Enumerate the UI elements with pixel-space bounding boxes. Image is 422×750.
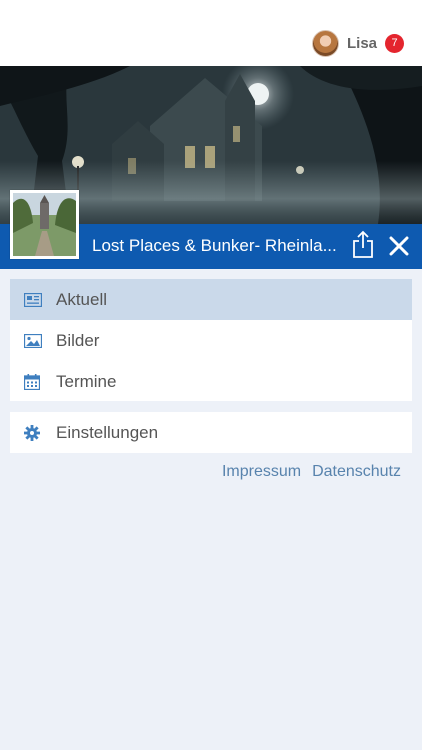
- menu-item-label: Einstellungen: [56, 422, 159, 442]
- share-icon: [353, 230, 373, 258]
- menu-item-label: Termine: [56, 371, 117, 391]
- user-profile-button[interactable]: Lisa 7: [311, 29, 404, 57]
- share-button[interactable]: [352, 230, 374, 260]
- group-menu: Aktuell Bilder Termine: [10, 279, 412, 401]
- user-name: Lisa: [346, 34, 377, 52]
- newspaper-icon: [24, 292, 42, 308]
- close-button[interactable]: [389, 236, 409, 256]
- menu-item-bilder[interactable]: Bilder: [10, 320, 412, 361]
- group-title: Lost Places & Bunker- Rheinla...: [92, 236, 337, 255]
- gear-icon: [24, 424, 42, 441]
- footer-links: Impressum Datenschutz: [222, 463, 401, 481]
- datenschutz-link[interactable]: Datenschutz: [312, 463, 401, 481]
- notification-badge: 7: [385, 33, 404, 53]
- menu-item-aktuell[interactable]: Aktuell: [10, 279, 412, 320]
- image-icon: [24, 333, 42, 349]
- top-bar: Lisa 7: [0, 0, 422, 66]
- group-thumbnail: [10, 190, 79, 259]
- impressum-link[interactable]: Impressum: [222, 463, 301, 481]
- group-photo: [13, 193, 76, 256]
- close-icon: [389, 236, 409, 256]
- settings-menu: Einstellungen: [10, 412, 412, 453]
- menu-item-label: Bilder: [56, 330, 100, 350]
- menu-item-termine[interactable]: Termine: [10, 361, 412, 402]
- avatar[interactable]: [311, 29, 339, 57]
- menu-item-label: Aktuell: [56, 289, 108, 309]
- menu-item-einstellungen[interactable]: Einstellungen: [10, 412, 412, 453]
- calendar-icon: [24, 373, 42, 390]
